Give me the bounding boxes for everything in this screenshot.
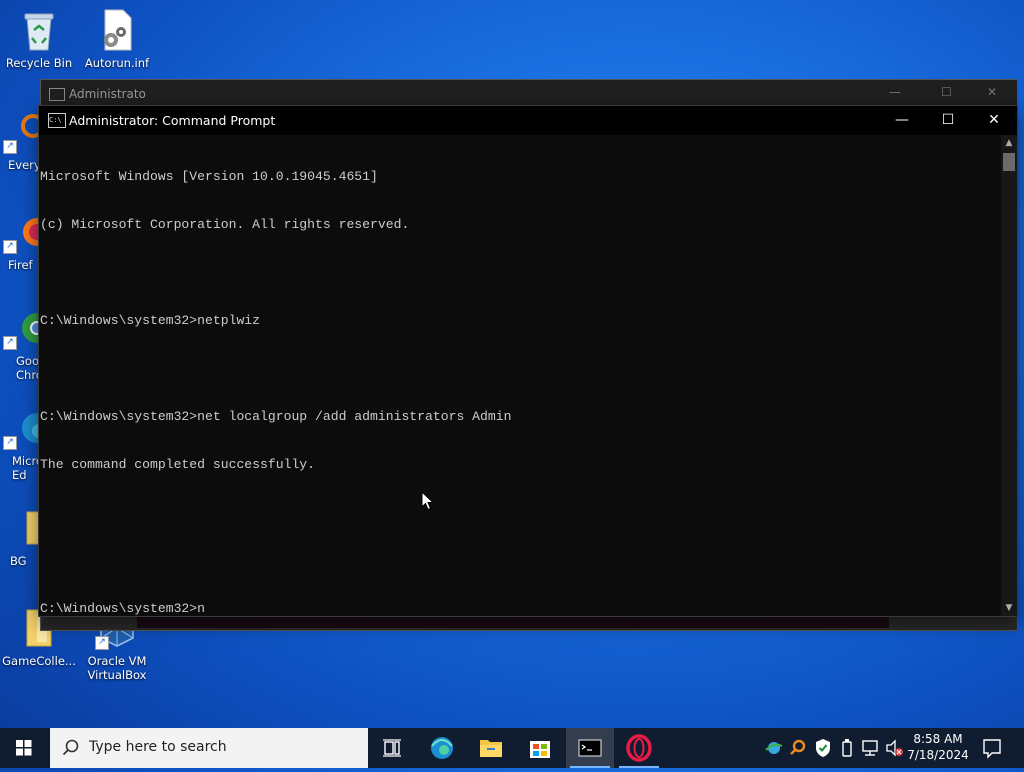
recycle-bin-icon [17,8,61,52]
clock-date: 7/18/2024 [907,748,969,762]
maximize-button[interactable]: ☐ [941,85,952,99]
maximize-button[interactable]: ☐ [925,106,971,135]
background-window-titlebar[interactable]: Administrato — ☐ ✕ [41,80,1017,108]
terminal-line: Microsoft Windows [Version 10.0.19045.46… [40,169,378,184]
edge-icon [431,737,453,759]
windows-logo-icon [16,740,32,756]
tray-network-icon[interactable] [860,728,880,768]
task-view-icon [383,739,401,757]
minimize-button[interactable]: — [889,85,901,99]
window-title: Administrator: Command Prompt [69,113,276,128]
taskbar-store-button[interactable] [516,728,564,768]
taskbar-opera-button[interactable] [615,728,663,768]
file-explorer-icon [480,740,502,757]
search-placeholder: Type here to search [89,739,227,755]
tray-usb-device-icon[interactable] [838,728,856,768]
scrollbar-thumb[interactable] [1003,153,1015,171]
taskbar-edge-button[interactable] [418,728,466,768]
desktop-icon-recycle-bin[interactable]: Recycle Bin [0,8,78,70]
terminal-output[interactable]: Microsoft Windows [Version 10.0.19045.46… [39,135,1001,616]
close-button[interactable]: ✕ [971,106,1017,135]
vertical-scrollbar[interactable]: ▲ ▼ [1001,135,1017,616]
taskbar-clock[interactable]: 8:58 AM 7/18/2024 [906,731,970,763]
search-icon [62,739,79,756]
command-prompt-icon [578,739,602,757]
cmd-icon: C:\ [48,113,66,128]
taskbar: Type here to search 8:58 AM 7/18/2024 [0,728,1024,768]
tray-search-everything-icon[interactable] [788,728,808,768]
shortcut-arrow-icon: ↗ [3,436,17,450]
command-prompt-window[interactable]: C:\ Administrator: Command Prompt — ☐ ✕ … [38,105,1018,617]
notification-center-icon[interactable] [980,728,1004,768]
taskbar-search-box[interactable]: Type here to search [49,728,368,768]
taskbar-command-prompt-button[interactable] [566,728,614,768]
task-view-button[interactable] [368,728,416,768]
shortcut-arrow-icon: ↗ [3,240,17,254]
scroll-up-arrow-icon[interactable]: ▲ [1001,135,1017,151]
store-icon [530,741,550,758]
desktop-icon-label: GameColle... [2,654,76,668]
shortcut-arrow-icon: ↗ [3,336,17,350]
cmd-icon [49,88,65,101]
terminal-line: C:\Windows\system32>net localgroup /add … [40,409,512,424]
tray-security-shield-icon[interactable] [813,728,833,768]
scroll-down-arrow-icon[interactable]: ▼ [1001,600,1017,616]
close-button[interactable]: ✕ [987,85,997,99]
minimize-button[interactable]: — [879,106,925,135]
command-prompt-titlebar[interactable]: C:\ Administrator: Command Prompt — ☐ ✕ [39,106,1017,135]
tray-network-globe-icon[interactable] [764,728,784,768]
background-window-title: Administrato [69,87,146,101]
settings-file-icon [95,8,139,52]
tray-volume-muted-icon[interactable] [884,728,904,768]
mouse-pointer-icon [421,490,435,515]
desktop-icon-label: Oracle VM VirtualBox [87,654,147,682]
desktop-icon-label: Autorun.inf [84,56,150,70]
start-button[interactable] [0,728,48,768]
shortcut-arrow-icon: ↗ [3,140,17,154]
desktop-icon-autorun[interactable]: Autorun.inf [78,8,156,70]
opera-icon [626,734,652,762]
clock-time: 8:58 AM [913,732,963,746]
taskbar-file-explorer-button[interactable] [467,728,515,768]
terminal-line: C:\Windows\system32>netplwiz [40,313,261,328]
terminal-input-line[interactable]: C:\Windows\system32>n [40,601,1001,617]
desktop-icon-label: Recycle Bin [5,56,73,70]
terminal-line: (c) Microsoft Corporation. All rights re… [40,217,410,232]
terminal-line: The command completed successfully. [40,457,316,472]
